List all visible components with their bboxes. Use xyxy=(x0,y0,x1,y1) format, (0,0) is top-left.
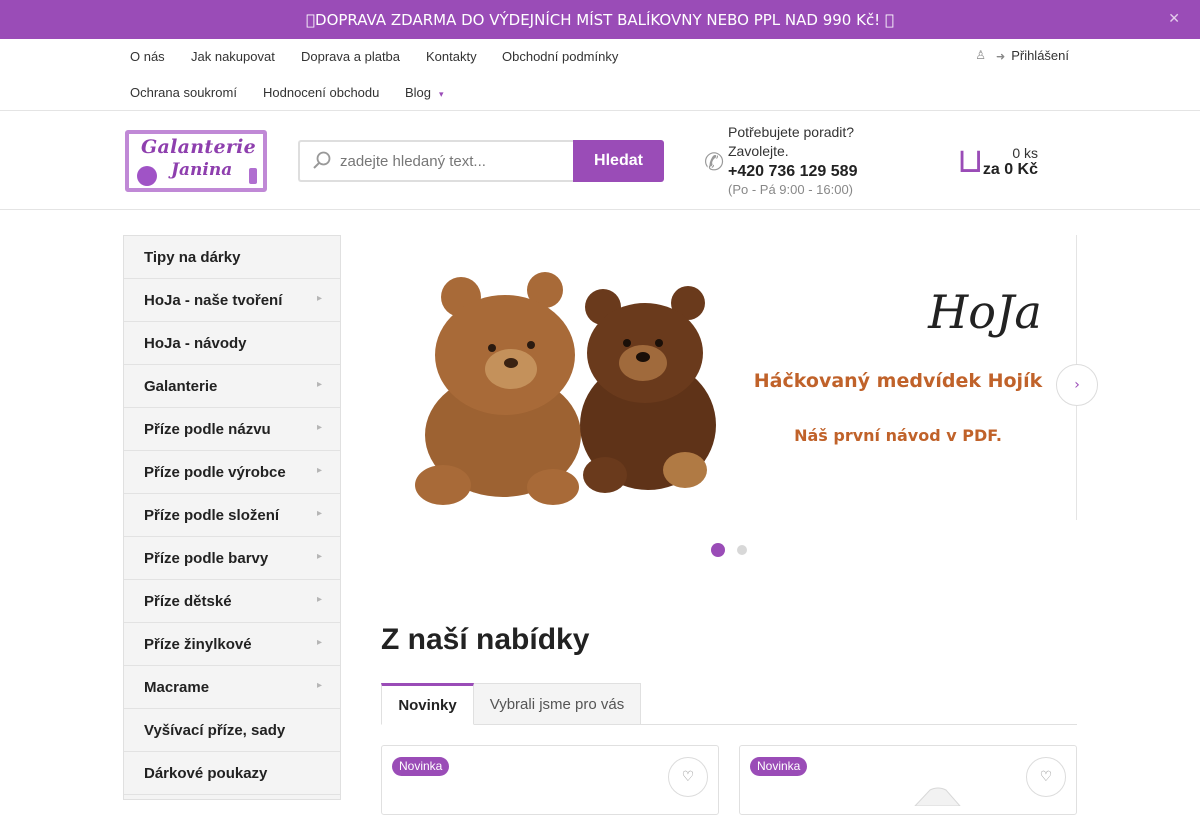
chevron-right-icon: ▸ xyxy=(316,422,322,433)
category-item[interactable]: Příze podle názvu ▸ xyxy=(124,408,340,451)
nav-link-shipping[interactable]: Doprava a platba xyxy=(301,49,400,64)
thread-spool-icon xyxy=(249,168,257,184)
secondary-nav: Ochrana soukromí Hodnocení obchodu Blog ▾ xyxy=(0,75,1200,111)
category-sidebar: Tipy na dárky HoJa - naše tvoření ▸ HoJa - … xyxy=(123,235,341,800)
category-label: Dárkové poukazy xyxy=(144,765,268,782)
banner-brand: HoJa xyxy=(927,285,1042,339)
search-icon xyxy=(313,151,331,169)
category-label: HoJa - návody xyxy=(144,335,247,352)
banner-headline: Háčkovaný medvídek Hojík xyxy=(754,370,1043,392)
nav-link-privacy[interactable]: Ochrana soukromí xyxy=(130,85,237,100)
category-item[interactable]: Příze podle výrobce ▸ xyxy=(124,451,340,494)
category-item[interactable]: Vyšívací příze, sady xyxy=(124,709,340,752)
chevron-right-icon: ▸ xyxy=(316,551,322,562)
nav-link-blog[interactable]: Blog ▾ xyxy=(405,85,444,100)
chevron-right-icon: ▸ xyxy=(316,637,322,648)
nav-link-how-to-buy[interactable]: Jak nakupovat xyxy=(191,49,275,64)
search-input[interactable] xyxy=(340,150,565,172)
heart-icon[interactable]: ♡ xyxy=(1026,757,1066,797)
tab-new[interactable]: Novinky xyxy=(381,683,474,725)
login-label: Přihlášení xyxy=(1011,48,1069,63)
category-label: Macrame xyxy=(144,679,210,696)
chevron-right-icon: ▸ xyxy=(316,293,322,304)
product-image xyxy=(914,787,961,806)
logo-text-line1: Galanterie xyxy=(141,136,257,158)
tab-selected-for-you[interactable]: Vybrali jsme pro vás xyxy=(473,683,641,725)
slider-next-button[interactable]: › xyxy=(1056,364,1098,406)
category-item[interactable]: Galanterie ▸ xyxy=(124,365,340,408)
contact-hours: (Po - Pá 9:00 - 16:00) xyxy=(728,182,854,197)
category-label: Tipy na dárky xyxy=(144,249,241,266)
heart-icon[interactable]: ♡ xyxy=(668,757,708,797)
category-label: Příze podle výrobce xyxy=(144,464,286,481)
contact-question: Potřebujete poradit? Zavolejte. xyxy=(728,124,855,159)
category-item[interactable]: Dárkové poukazy xyxy=(124,752,340,795)
yarn-ball-icon xyxy=(137,166,157,186)
announcement-bar: DOPRAVA ZDARMA DO VÝDEJNÍCH MÍST BALÍKO… xyxy=(0,0,1200,39)
category-item[interactable]: Příze podle složení ▸ xyxy=(124,494,340,537)
nav-link-contacts[interactable]: Kontakty xyxy=(426,49,477,64)
hero-banner[interactable]: HoJa Háčkovaný medvídek Hojík Náš první … xyxy=(353,235,1077,520)
category-item[interactable]: Příze dětské ▸ xyxy=(124,580,340,623)
search-box xyxy=(298,140,574,182)
banner-subline: Náš první návod v PDF. xyxy=(794,426,1002,445)
cart-icon[interactable]: ⊔ xyxy=(957,141,984,181)
category-label: Příze žinylkové xyxy=(144,636,252,653)
cart-total[interactable]: za 0 Kč xyxy=(983,161,1038,179)
category-item[interactable]: HoJa - naše tvoření ▸ xyxy=(124,279,340,322)
top-nav: O nás Jak nakupovat Doprava a platba Kon… xyxy=(0,39,1200,75)
category-item[interactable]: Příze podle barvy ▸ xyxy=(124,537,340,580)
search-button[interactable]: Hledat xyxy=(573,140,664,182)
logo-text-line2: Janina xyxy=(171,160,233,180)
site-header: Galanterie Janina Hledat ✆ Potřebujete p… xyxy=(0,111,1200,210)
nav-blog-label: Blog xyxy=(405,85,432,100)
category-label: Galanterie xyxy=(144,378,218,395)
chevron-right-icon: ▸ xyxy=(316,465,322,476)
category-item[interactable]: Macrame ▸ xyxy=(124,666,340,709)
dark-bear-illustration xyxy=(580,286,716,493)
category-item[interactable]: Příze žinylkové ▸ xyxy=(124,623,340,666)
category-label: Příze dětské xyxy=(144,593,232,610)
category-item[interactable]: HoJa - návody xyxy=(124,322,340,365)
chevron-right-icon: ▸ xyxy=(316,379,322,390)
close-icon[interactable]: ✕ xyxy=(1168,11,1180,27)
contact-phone[interactable]: +420 736 129 589 xyxy=(728,163,857,181)
nav-link-reviews[interactable]: Hodnocení obchodu xyxy=(263,85,379,100)
chevron-right-icon: › xyxy=(1074,377,1080,393)
product-card[interactable]: Novinka ♡ xyxy=(381,745,719,815)
category-label: Vyšívací příze, sady xyxy=(144,722,286,739)
cart-count[interactable]: 0 ks xyxy=(1012,145,1038,161)
login-icon: ➜ xyxy=(995,50,1006,63)
category-label: HoJa - naše tvoření xyxy=(144,292,283,309)
category-label: Příze podle názvu xyxy=(144,421,271,438)
nav-link-terms[interactable]: Obchodní podmínky xyxy=(502,49,618,64)
user-icon[interactable]: ♙ xyxy=(975,48,986,62)
phone-icon: ✆ xyxy=(704,148,725,176)
slider-dot-1[interactable] xyxy=(711,543,725,557)
slider-dot-2[interactable] xyxy=(737,545,747,555)
nav-link-about[interactable]: O nás xyxy=(130,49,165,64)
section-title: Z naší nabídky xyxy=(381,623,590,656)
new-badge: Novinka xyxy=(392,757,450,776)
chevron-down-icon: ▾ xyxy=(439,90,444,100)
login-link[interactable]: ➜ Přihlášení xyxy=(996,48,1069,63)
banner-image: HoJa Háčkovaný medvídek Hojík Náš první … xyxy=(353,235,1076,520)
announcement-text: DOPRAVA ZDARMA DO VÝDEJNÍCH MÍST BALÍKO… xyxy=(306,10,894,29)
logo[interactable]: Galanterie Janina xyxy=(125,130,267,192)
category-label: Příze podle barvy xyxy=(144,550,269,567)
category-item[interactable]: Tipy na dárky xyxy=(124,236,340,279)
chevron-right-icon: ▸ xyxy=(316,508,322,519)
chevron-right-icon: ▸ xyxy=(316,680,322,691)
product-card[interactable]: Novinka ♡ xyxy=(739,745,1077,815)
category-label: Příze podle složení xyxy=(144,507,280,524)
chevron-right-icon: ▸ xyxy=(316,594,322,605)
new-badge: Novinka xyxy=(750,757,808,776)
